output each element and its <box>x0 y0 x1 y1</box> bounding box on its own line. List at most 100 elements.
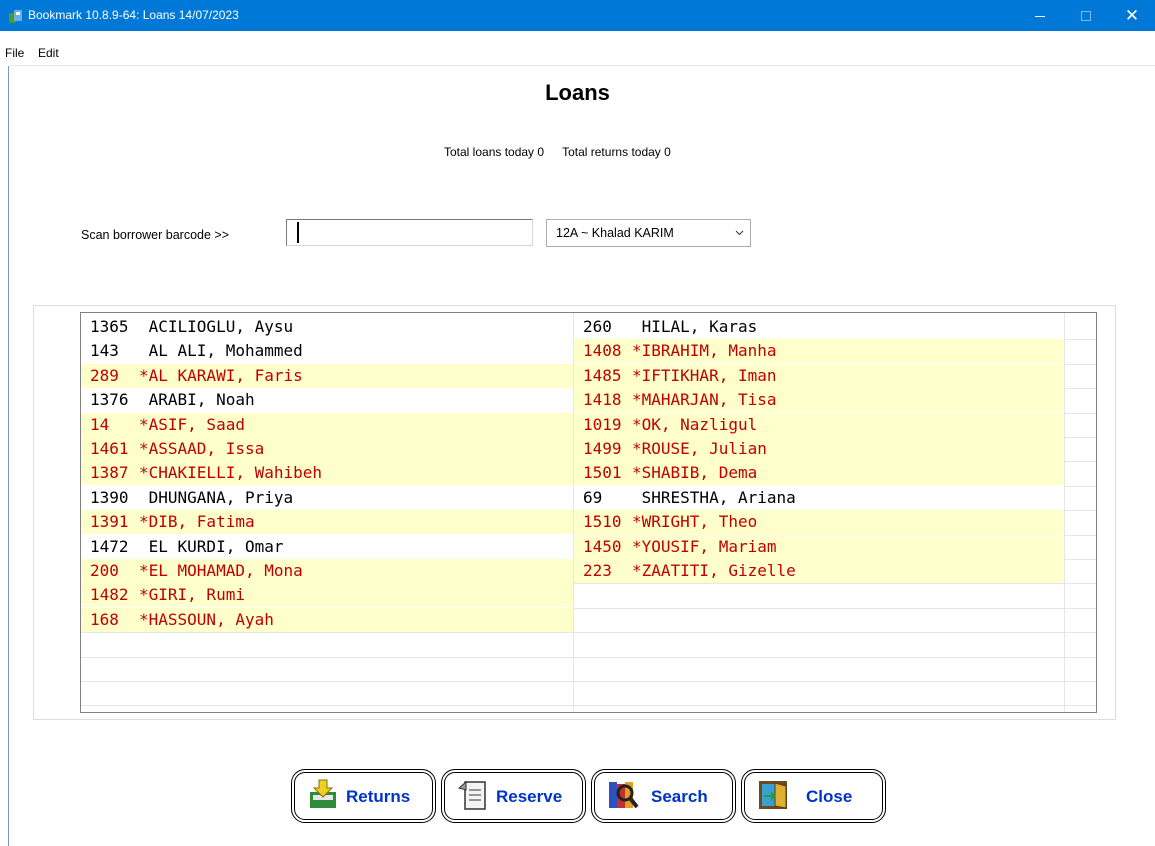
borrower-list: 1365 ACILIOGLU, Aysu 143 AL ALI, Mohammed… <box>80 312 1097 713</box>
borrower-row[interactable]: 1461 *ASSAAD, Issa <box>81 437 573 461</box>
borrower-id: 1391 <box>90 512 129 531</box>
borrower-id: 1365 <box>90 317 129 336</box>
maximize-icon <box>1081 11 1091 22</box>
borrower-row[interactable]: 1387 *CHAKIELLI, Wahibeh <box>81 461 573 485</box>
borrower-id: 1390 <box>90 488 129 507</box>
search-icon <box>609 782 639 809</box>
returns-button[interactable]: Returns <box>291 769 436 823</box>
close-window-button[interactable]: ✕ <box>1109 0 1155 31</box>
borrower-row[interactable]: 260 HILAL, Karas <box>574 315 1064 339</box>
borrower-row[interactable]: 1376 ARABI, Noah <box>81 388 573 412</box>
borrower-row[interactable]: 1510 *WRIGHT, Theo <box>574 510 1064 534</box>
borrower-name: *ROUSE, Julian <box>632 439 767 458</box>
borrower-row[interactable]: 1418 *MAHARJAN, Tisa <box>574 388 1064 412</box>
minimize-button[interactable] <box>1017 0 1063 31</box>
borrower-id: 1408 <box>583 341 622 360</box>
title-bar: Bookmark 10.8.9-64: Loans 14/07/2023 ✕ <box>0 0 1155 31</box>
returns-icon <box>310 779 336 808</box>
borrower-row[interactable]: 200 *EL MOHAMAD, Mona <box>81 559 573 583</box>
menu-edit[interactable]: Edit <box>38 46 59 60</box>
borrower-name: *ZAATITI, Gizelle <box>632 561 796 580</box>
borrower-name: *IBRAHIM, Manha <box>632 341 777 360</box>
borrower-row[interactable]: 1482 *GIRI, Rumi <box>81 583 573 607</box>
borrower-id: 1019 <box>583 415 622 434</box>
borrower-name: SHRESTHA, Ariana <box>632 488 796 507</box>
menu-bar: File Edit <box>0 46 1155 64</box>
close-icon: ✕ <box>1124 6 1140 25</box>
row-divider <box>81 657 1096 658</box>
borrower-row[interactable]: 1450 *YOUSIF, Mariam <box>574 535 1064 559</box>
borrower-row[interactable]: 1365 ACILIOGLU, Aysu <box>81 315 573 339</box>
borrower-id: 1510 <box>583 512 622 531</box>
column-divider <box>1064 313 1065 712</box>
borrower-id: 1376 <box>90 390 129 409</box>
search-button[interactable]: Search <box>591 769 736 823</box>
borrower-row[interactable]: 1499 *ROUSE, Julian <box>574 437 1064 461</box>
borrower-row[interactable]: 1019 *OK, Nazligul <box>574 413 1064 437</box>
borrower-name: EL KURDI, Omar <box>139 537 284 556</box>
borrower-id: 1472 <box>90 537 129 556</box>
borrower-name: AL ALI, Mohammed <box>139 341 303 360</box>
borrower-row[interactable]: 1501 *SHABIB, Dema <box>574 461 1064 485</box>
borrower-name: ACILIOGLU, Aysu <box>139 317 294 336</box>
window-edge <box>8 66 9 846</box>
borrower-name: *IFTIKHAR, Iman <box>632 366 777 385</box>
reserve-button[interactable]: Reserve <box>441 769 586 823</box>
borrower-name: HILAL, Karas <box>632 317 758 336</box>
close-label: Close <box>806 787 853 806</box>
returns-label: Returns <box>346 787 411 806</box>
borrower-row[interactable]: 143 AL ALI, Mohammed <box>81 339 573 363</box>
borrower-row[interactable]: 289 *AL KARAWI, Faris <box>81 364 573 388</box>
borrower-id: 1461 <box>90 439 129 458</box>
borrower-row[interactable]: 1391 *DIB, Fatima <box>81 510 573 534</box>
close-button[interactable]: Close <box>741 769 886 823</box>
borrower-row[interactable]: 14 *ASIF, Saad <box>81 413 573 437</box>
borrower-name: *WRIGHT, Theo <box>632 512 758 531</box>
class-select-value: 12A ~ Khalad KARIM <box>556 226 674 240</box>
reserve-icon <box>457 780 486 810</box>
borrower-row[interactable]: 1408 *IBRAHIM, Manha <box>574 339 1064 363</box>
menu-divider <box>10 65 1155 66</box>
chevron-down-icon <box>735 230 744 236</box>
borrower-name: *DIB, Fatima <box>139 512 255 531</box>
app-icon <box>9 10 22 23</box>
borrower-name: DHUNGANA, Priya <box>139 488 294 507</box>
borrower-id: 1501 <box>583 463 622 482</box>
borrower-row[interactable]: 1390 DHUNGANA, Priya <box>81 486 573 510</box>
borrower-name: *YOUSIF, Mariam <box>632 537 777 556</box>
page-title: Loans <box>545 80 610 105</box>
total-returns-text: Total returns today 0 <box>562 145 671 159</box>
borrower-row[interactable]: 168 *HASSOUN, Ayah <box>81 608 573 632</box>
minimize-icon <box>1035 15 1045 17</box>
borrower-id: 289 <box>90 366 119 385</box>
totals-line: Total loans today 0 Total returns today 0 <box>444 145 671 159</box>
borrower-id: 168 <box>90 610 119 629</box>
borrower-id: 260 <box>583 317 612 336</box>
row-divider <box>81 681 1096 682</box>
borrower-id: 69 <box>583 488 603 507</box>
borrower-row[interactable]: 69 SHRESTHA, Ariana <box>574 486 1064 510</box>
borrower-id: 200 <box>90 561 119 580</box>
borrower-name: *AL KARAWI, Faris <box>139 366 303 385</box>
maximize-button[interactable] <box>1063 0 1109 31</box>
borrower-name: *SHABIB, Dema <box>632 463 758 482</box>
text-caret <box>297 222 299 243</box>
borrower-name: *ASIF, Saad <box>139 415 245 434</box>
row-divider <box>81 705 1096 706</box>
search-label: Search <box>651 787 708 806</box>
class-select[interactable]: 12A ~ Khalad KARIM <box>546 219 751 247</box>
borrower-id: 223 <box>583 561 612 580</box>
borrower-barcode-input[interactable] <box>286 219 533 246</box>
borrower-row[interactable]: 1485 *IFTIKHAR, Iman <box>574 364 1064 388</box>
borrower-name: *ASSAAD, Issa <box>139 439 265 458</box>
borrower-id: 1387 <box>90 463 129 482</box>
borrower-id: 14 <box>90 415 110 434</box>
borrower-row[interactable]: 1472 EL KURDI, Omar <box>81 535 573 559</box>
row-divider <box>81 632 1096 633</box>
total-loans-text: Total loans today 0 <box>444 145 545 159</box>
borrower-name: *MAHARJAN, Tisa <box>632 390 777 409</box>
menu-file[interactable]: File <box>5 46 24 60</box>
borrower-id: 1499 <box>583 439 622 458</box>
borrower-name: *OK, Nazligul <box>632 415 758 434</box>
borrower-row[interactable]: 223 *ZAATITI, Gizelle <box>574 559 1064 583</box>
